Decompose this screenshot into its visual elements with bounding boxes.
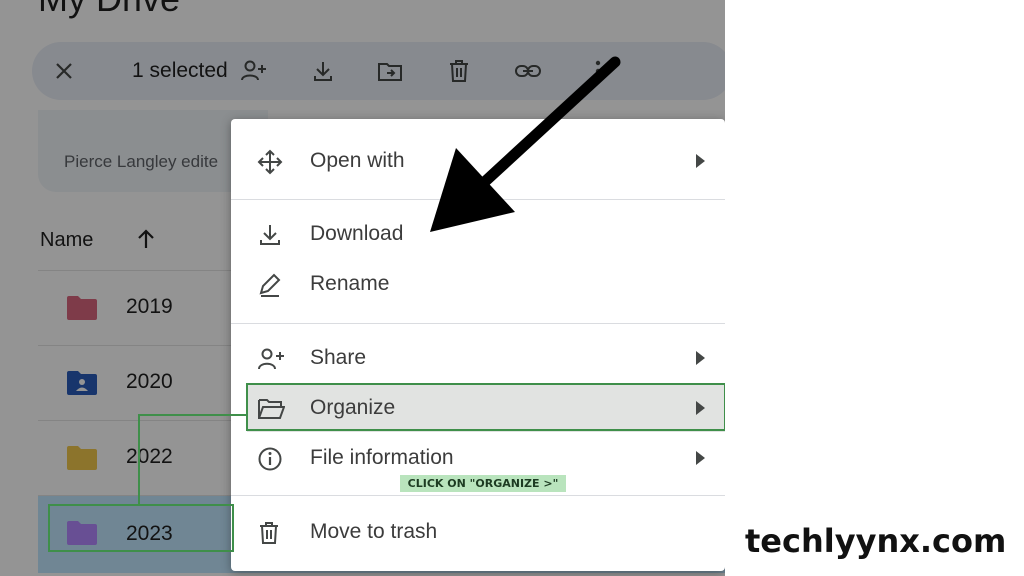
- pointer-arrow-icon: [430, 56, 621, 232]
- drive-screenshot: My Drive 1 selected Pierce Langley edite…: [0, 0, 725, 576]
- brand-watermark: techlyynx.com: [745, 522, 1007, 560]
